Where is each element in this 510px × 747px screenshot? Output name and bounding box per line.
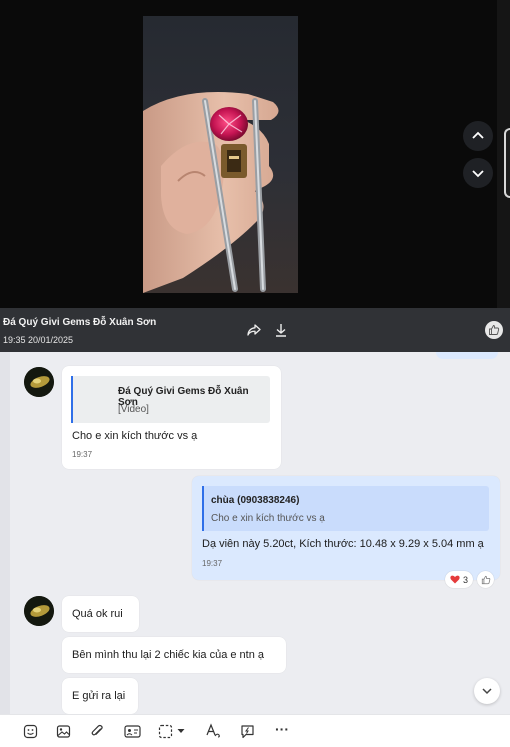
download-button[interactable] (272, 321, 290, 339)
reaction-badge[interactable]: 3 (445, 571, 473, 588)
attachment-button[interactable] (89, 723, 105, 739)
message-text: Dạ viên này 5.20ct, Kích thước: 10.48 x … (202, 538, 484, 550)
next-media-button[interactable] (463, 158, 493, 188)
quote-text: [Video] (118, 404, 149, 415)
avatar[interactable] (24, 596, 54, 626)
quick-message-icon (240, 724, 254, 738)
quote-bar (71, 376, 73, 423)
previous-message-bubble (436, 352, 498, 359)
media-viewer: Đá Quý Givi Gems Đỗ Xuân Sơn 19:35 20/01… (0, 0, 510, 352)
message-text: Quá ok rui (72, 608, 123, 620)
download-icon (276, 324, 286, 337)
avatar-image (24, 596, 54, 626)
message-text: Bên mình thu lại 2 chiếc kia của e ntn ạ (72, 649, 265, 661)
sender-name: Đá Quý Givi Gems Đỗ Xuân Sơn (3, 317, 157, 328)
chevron-up-icon (472, 131, 484, 139)
like-icon (489, 325, 500, 335)
quoted-message[interactable]: chùa (0903838246) Cho e xin kích thước v… (202, 486, 489, 531)
contact-card-icon (123, 724, 141, 738)
contact-card-button[interactable] (123, 723, 141, 739)
share-icon (247, 324, 261, 336)
sticker-icon (23, 724, 37, 738)
message-bubble[interactable]: Đá Quý Givi Gems Đỗ Xuân Sơn [Video] Cho… (62, 366, 281, 469)
screenshot-icon (158, 724, 172, 738)
heart-icon (450, 575, 460, 584)
screenshot-options-button[interactable] (176, 723, 186, 739)
image-button[interactable] (55, 723, 71, 739)
chevron-down-icon (472, 170, 484, 178)
chat-messages-area[interactable]: Đá Quý Givi Gems Đỗ Xuân Sơn [Video] Cho… (0, 352, 510, 714)
message-bubble[interactable]: E gửi ra lại (62, 678, 138, 714)
dropdown-caret-icon (177, 729, 185, 733)
quoted-message[interactable]: Đá Quý Givi Gems Đỗ Xuân Sơn [Video] (71, 376, 270, 423)
quote-text: Cho e xin kích thước vs ạ (211, 513, 325, 524)
quote-author: chùa (0903838246) (211, 495, 300, 506)
composer-toolbar: ··· (0, 714, 510, 747)
avatar[interactable] (24, 367, 54, 397)
more-icon[interactable]: ··· (273, 721, 291, 737)
message-bubble-mine[interactable]: chùa (0903838246) Cho e xin kích thước v… (192, 476, 500, 580)
scroll-to-bottom-button[interactable] (474, 678, 500, 704)
message-text: Cho e xin kích thước vs ạ (72, 430, 198, 442)
reaction-count: 3 (462, 574, 468, 585)
message-time: 19:37 (72, 450, 93, 459)
share-button[interactable] (245, 321, 263, 339)
quick-message-button[interactable] (239, 723, 255, 739)
message-bubble[interactable]: Bên mình thu lại 2 chiếc kia của e ntn ạ (62, 637, 286, 673)
chevron-down-icon (482, 688, 492, 695)
message-bubble[interactable]: Quá ok rui (62, 596, 139, 632)
like-icon (481, 575, 490, 584)
attachment-icon (91, 724, 103, 735)
previous-media-button[interactable] (463, 121, 493, 151)
video-frame-image (143, 92, 279, 293)
thumbnail-selected[interactable] (504, 128, 510, 198)
message-time: 19:37 (202, 559, 223, 568)
avatar-image (24, 367, 54, 397)
react-button[interactable] (477, 571, 494, 588)
quote-bar (202, 486, 204, 531)
chat-left-edge (0, 352, 10, 714)
text-format-icon (206, 723, 220, 738)
sent-time: 19:35 20/01/2025 (3, 335, 74, 345)
image-icon (56, 724, 70, 738)
react-button[interactable] (485, 321, 503, 339)
sticker-button[interactable] (22, 723, 38, 739)
message-text: E gửi ra lại (72, 690, 126, 702)
text-format-button[interactable] (205, 723, 221, 739)
video-player[interactable] (143, 16, 298, 293)
screenshot-button[interactable] (157, 723, 173, 739)
